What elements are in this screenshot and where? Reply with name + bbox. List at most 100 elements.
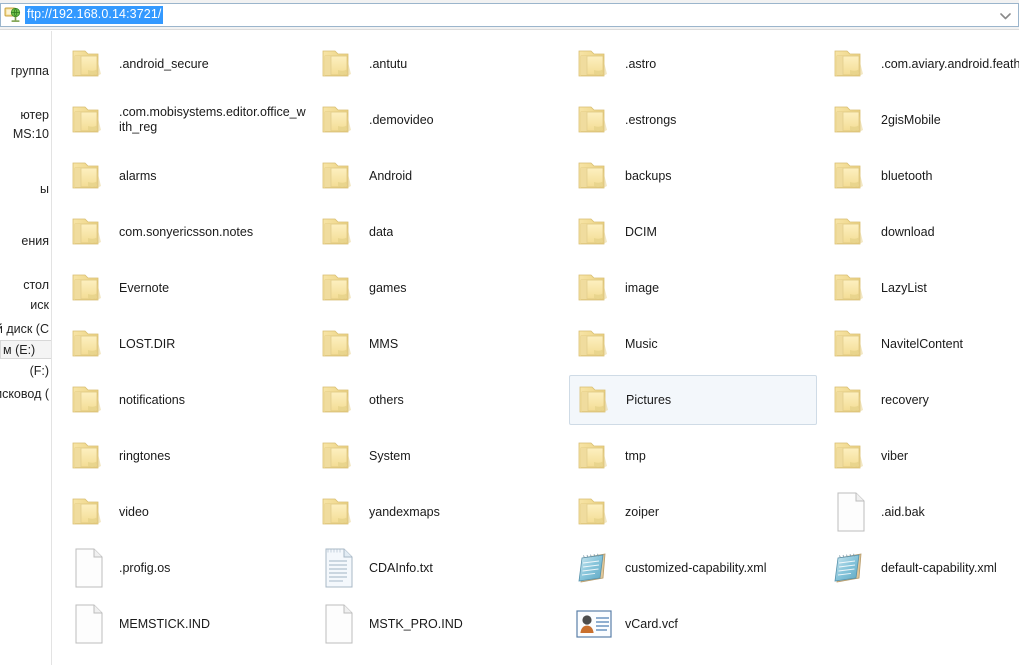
file-list-item-label: MEMSTICK.IND	[119, 617, 210, 632]
file-list-item[interactable]: yandexmaps	[313, 487, 561, 537]
file-list-item[interactable]: video	[63, 487, 311, 537]
file-list-item[interactable]: Pictures	[569, 375, 817, 425]
folder-icon	[317, 154, 361, 198]
file-list-item-label: customized-capability.xml	[625, 561, 766, 576]
sidebar-item[interactable]: исковод (	[0, 385, 50, 404]
file-list-item[interactable]: vCard.vcf	[569, 599, 817, 649]
folder-icon	[573, 490, 617, 534]
file-list-item[interactable]: LOST.DIR	[63, 319, 311, 369]
file-list-item[interactable]: MSTK_PRO.IND	[313, 599, 561, 649]
sidebar-item[interactable]: группа	[11, 62, 50, 81]
file-list-item-label: bluetooth	[881, 169, 932, 184]
file-list-item[interactable]: games	[313, 263, 561, 313]
file-list-item[interactable]: .aid.bak	[825, 487, 1019, 537]
file-list-item[interactable]: Android	[313, 151, 561, 201]
sidebar-item-label: иск	[30, 298, 49, 312]
sidebar-item[interactable]: ютер	[20, 106, 50, 125]
file-list-item[interactable]: .astro	[569, 39, 817, 89]
sidebar-item[interactable]: м (E:)	[0, 340, 52, 359]
sidebar-item-label: ий диск (C	[0, 322, 49, 336]
sidebar-item[interactable]: (F:)	[30, 362, 50, 381]
file-list-item[interactable]: MEMSTICK.IND	[63, 599, 311, 649]
file-list-item[interactable]: notifications	[63, 375, 311, 425]
folder-icon	[573, 322, 617, 366]
blank-document-icon	[67, 602, 111, 646]
file-list-item-label: recovery	[881, 393, 929, 408]
file-list-item[interactable]: ringtones	[63, 431, 311, 481]
folder-icon	[573, 210, 617, 254]
file-list-item[interactable]: CDAInfo.txt	[313, 543, 561, 593]
sidebar-item[interactable]: стол	[23, 276, 50, 295]
chevron-down-icon[interactable]	[996, 7, 1014, 25]
file-list-item[interactable]: 2gisMobile	[825, 95, 1019, 145]
file-list-item-label: LazyList	[881, 281, 927, 296]
file-list-item-label: others	[369, 393, 404, 408]
folder-icon	[67, 210, 111, 254]
file-list-item-label: Evernote	[119, 281, 169, 296]
folder-icon	[317, 434, 361, 478]
file-list-item[interactable]: others	[313, 375, 561, 425]
file-list-item[interactable]: bluetooth	[825, 151, 1019, 201]
file-list-item-label: .estrongs	[625, 113, 676, 128]
file-list-item-label: Android	[369, 169, 412, 184]
sidebar-item-label: ы	[40, 182, 49, 196]
file-list-item[interactable]: MMS	[313, 319, 561, 369]
file-list-item-label: data	[369, 225, 393, 240]
file-list-item-label: com.sonyericsson.notes	[119, 225, 253, 240]
file-list-item[interactable]: Music	[569, 319, 817, 369]
xml-document-icon	[573, 546, 617, 590]
sidebar-item[interactable]: ения	[21, 232, 50, 251]
folder-icon	[67, 98, 111, 142]
address-url-text[interactable]: ftp://192.168.0.14:3721/	[25, 6, 163, 24]
folder-icon	[67, 266, 111, 310]
network-ftp-icon	[4, 6, 22, 24]
sidebar-item[interactable]: ий диск (C	[0, 320, 50, 339]
file-list-item[interactable]: NavitelContent	[825, 319, 1019, 369]
file-list-item[interactable]: .demovideo	[313, 95, 561, 145]
file-list-item[interactable]: recovery	[825, 375, 1019, 425]
file-list-item[interactable]: DCIM	[569, 207, 817, 257]
file-list-item[interactable]: com.sonyericsson.notes	[63, 207, 311, 257]
folder-icon	[829, 98, 873, 142]
file-list-item[interactable]: .com.aviary.android.feath	[825, 39, 1019, 89]
xml-document-icon	[829, 546, 873, 590]
file-list-item[interactable]: tmp	[569, 431, 817, 481]
sidebar-item[interactable]: MS:10	[13, 125, 50, 144]
file-list-item[interactable]: .android_secure	[63, 39, 311, 89]
file-list-item[interactable]: .com.mobisystems.editor.office_with_reg	[63, 95, 311, 145]
file-list-item-label: viber	[881, 449, 908, 464]
sidebar-item[interactable]: ы	[40, 180, 50, 199]
file-list-item[interactable]: .estrongs	[569, 95, 817, 145]
file-list-item[interactable]: System	[313, 431, 561, 481]
address-input[interactable]: ftp://192.168.0.14:3721/	[0, 3, 1019, 27]
file-list-item-label: yandexmaps	[369, 505, 440, 520]
file-list-item-label: alarms	[119, 169, 157, 184]
sidebar-item-label: MS:10	[13, 127, 49, 141]
sidebar-item[interactable]: иск	[30, 296, 50, 315]
folder-icon	[317, 210, 361, 254]
file-list-item[interactable]: download	[825, 207, 1019, 257]
file-list-item[interactable]: zoiper	[569, 487, 817, 537]
file-list-item[interactable]: customized-capability.xml	[569, 543, 817, 593]
sidebar-item-label: ения	[21, 234, 49, 248]
file-list-item[interactable]: Evernote	[63, 263, 311, 313]
file-list-item[interactable]: backups	[569, 151, 817, 201]
file-list-item[interactable]: data	[313, 207, 561, 257]
file-list-pane[interactable]: .android_secure .antutu	[53, 31, 1019, 665]
file-list-item[interactable]: .profig.os	[63, 543, 311, 593]
file-list-item-label: notifications	[119, 393, 185, 408]
file-list-item[interactable]: viber	[825, 431, 1019, 481]
folder-icon	[317, 322, 361, 366]
file-list-item[interactable]: default-capability.xml	[825, 543, 1019, 593]
file-list-item-label: LOST.DIR	[119, 337, 175, 352]
file-list-item-label: .profig.os	[119, 561, 170, 576]
navigation-pane[interactable]: группа ютер MS:10 ы ения стол иск ий диск (C м (…	[0, 31, 52, 665]
file-list-item[interactable]: LazyList	[825, 263, 1019, 313]
file-list-item[interactable]: .antutu	[313, 39, 561, 89]
file-list-item-label: download	[881, 225, 935, 240]
file-list-item[interactable]: image	[569, 263, 817, 313]
folder-icon	[67, 378, 111, 422]
file-list-item-label: MMS	[369, 337, 398, 352]
file-list-item[interactable]: alarms	[63, 151, 311, 201]
file-grid: .android_secure .antutu	[53, 31, 1019, 665]
